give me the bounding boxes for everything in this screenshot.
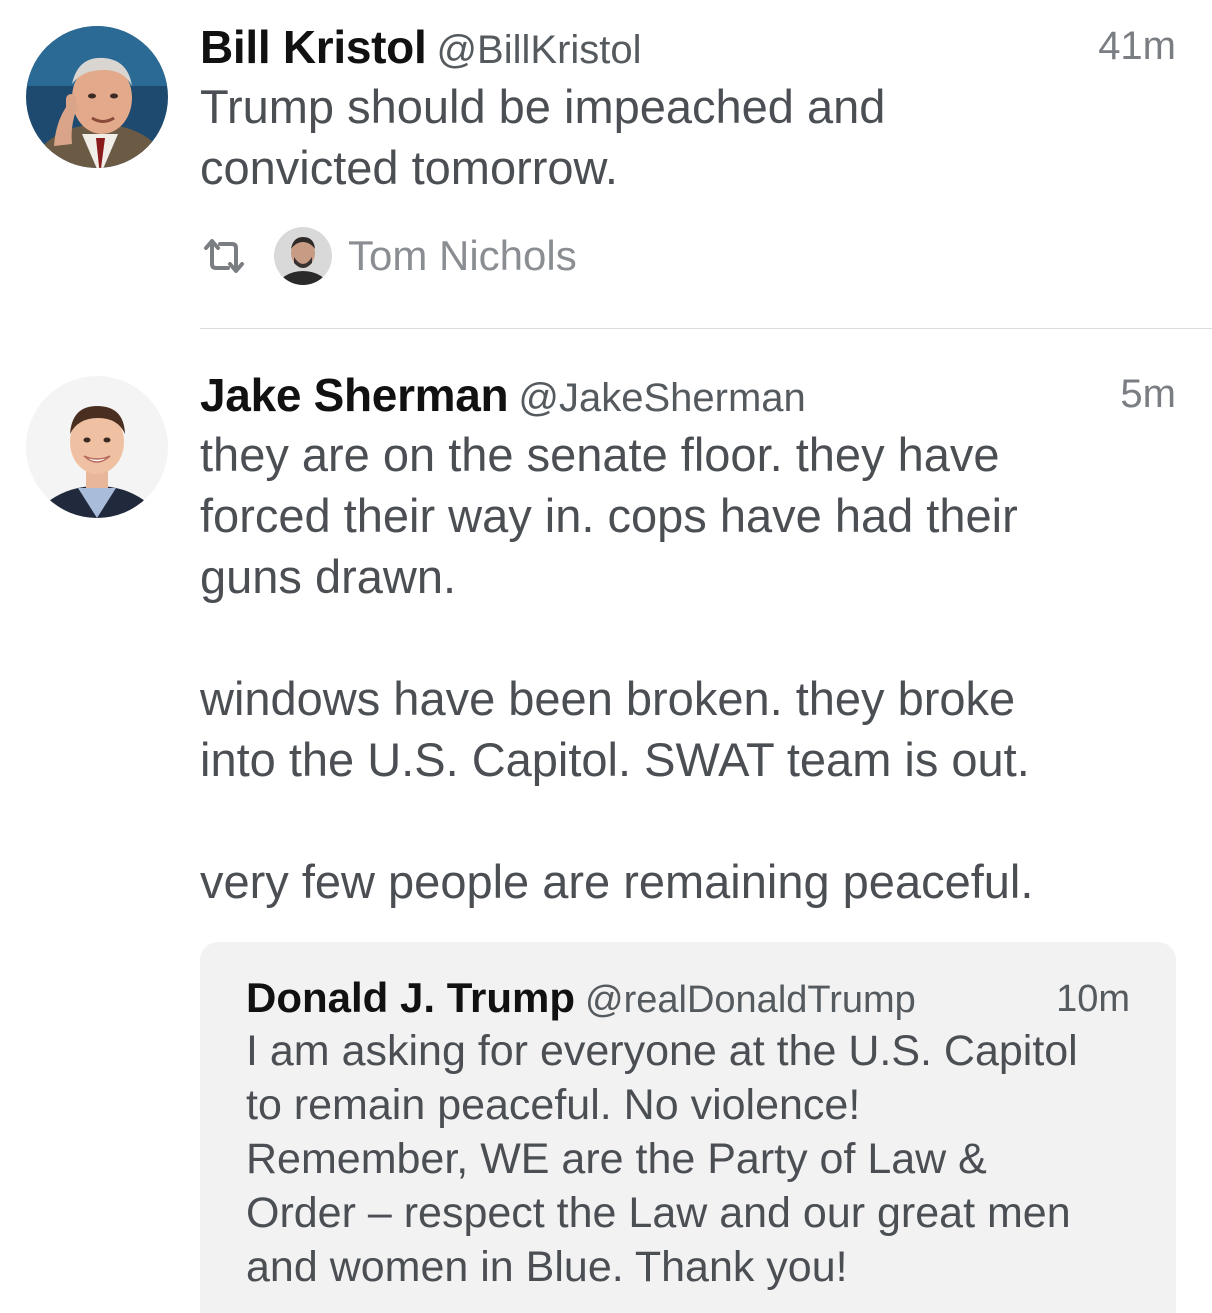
avatar-image	[26, 26, 168, 168]
quoted-author-handle[interactable]: @realDonaldTrump	[585, 979, 916, 1021]
quoted-tweet-text: I am asking for everyone at the U.S. Cap…	[246, 1027, 1078, 1291]
author-handle[interactable]: @JakeSherman	[518, 376, 805, 420]
tweet[interactable]: Bill Kristol @BillKristol 41m Trump shoul…	[0, 0, 1212, 330]
avatar-image	[274, 227, 332, 285]
timeline: Bill Kristol @BillKristol 41m Trump shoul…	[0, 0, 1212, 1313]
quoted-tweet-header: Donald J. Trump @realDonaldTrump 10m	[246, 974, 1130, 1026]
avatar-image	[26, 376, 168, 518]
quoted-tweet-timestamp: 10m	[1056, 978, 1130, 1020]
author-handle[interactable]: @BillKristol	[436, 28, 641, 72]
retweet-icon	[204, 239, 244, 273]
tweet-text: Trump should be impeached and convicted …	[200, 80, 886, 194]
tweet-divider	[200, 328, 1212, 329]
quoted-author-name[interactable]: Donald J. Trump	[246, 974, 575, 1021]
tweet-header: Bill Kristol @BillKristol 41m	[200, 20, 1176, 76]
tweet-timestamp: 41m	[1098, 24, 1176, 68]
avatar-jake-sherman[interactable]	[26, 376, 168, 518]
author-name[interactable]: Bill Kristol	[200, 21, 427, 73]
author-name[interactable]: Jake Sherman	[200, 369, 509, 421]
retweeter-name[interactable]: Tom Nichols	[348, 232, 577, 280]
quoted-tweet[interactable]: Donald J. Trump @realDonaldTrump 10m I am…	[200, 942, 1176, 1313]
tweet-text: they are on the senate floor. they have …	[200, 428, 1034, 908]
tweet-timestamp: 5m	[1120, 372, 1176, 416]
avatar-bill-kristol[interactable]	[26, 26, 168, 168]
retweeter-avatar[interactable]	[274, 227, 332, 285]
retweet-attribution[interactable]: Tom Nichols	[200, 226, 577, 286]
tweet-header: Jake Sherman @JakeSherman 5m	[200, 368, 1176, 424]
